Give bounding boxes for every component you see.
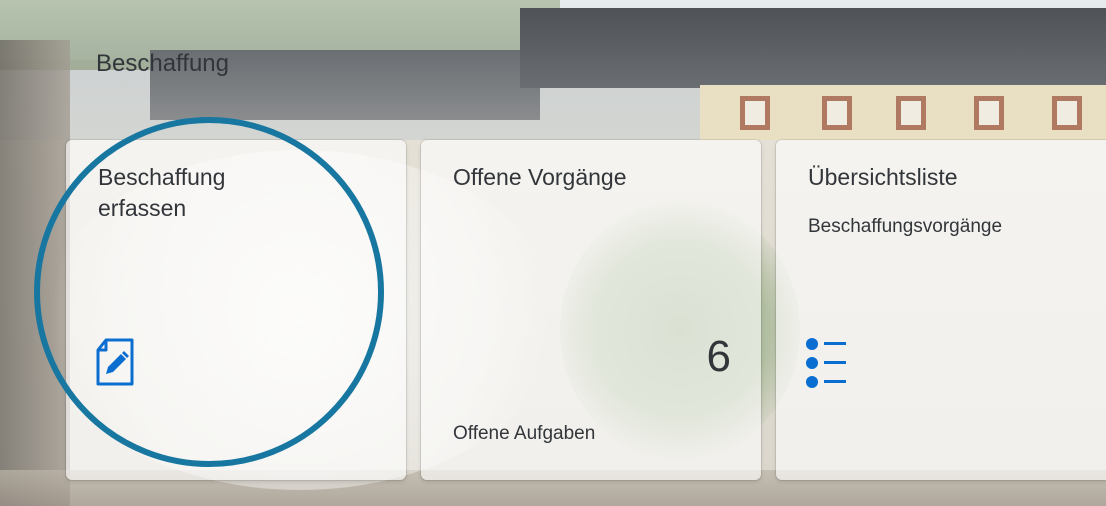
tile-offene-vorgaenge[interactable]: Offene Vorgänge 6 Offene Aufgaben <box>421 140 761 480</box>
kpi-value: 6 <box>706 332 731 381</box>
tile-title: Übersichtsliste <box>808 164 958 190</box>
tile-title: Beschaffung erfassen <box>98 164 226 221</box>
bulleted-list-icon <box>804 336 848 388</box>
tile-footer: Offene Aufgaben <box>453 423 596 444</box>
edit-document-icon <box>94 336 138 388</box>
tile-title: Offene Vorgänge <box>453 164 627 190</box>
launchpad: Beschaffung Beschaffung erfassen Offene … <box>0 0 1106 506</box>
tile-beschaffung-erfassen[interactable]: Beschaffung erfassen <box>66 140 406 480</box>
tile-subtitle: Beschaffungsvorgänge <box>808 216 1003 237</box>
group-title: Beschaffung <box>96 50 229 77</box>
tile-uebersichtsliste[interactable]: Übersichtsliste Beschaffungsvorgänge <box>776 140 1106 480</box>
